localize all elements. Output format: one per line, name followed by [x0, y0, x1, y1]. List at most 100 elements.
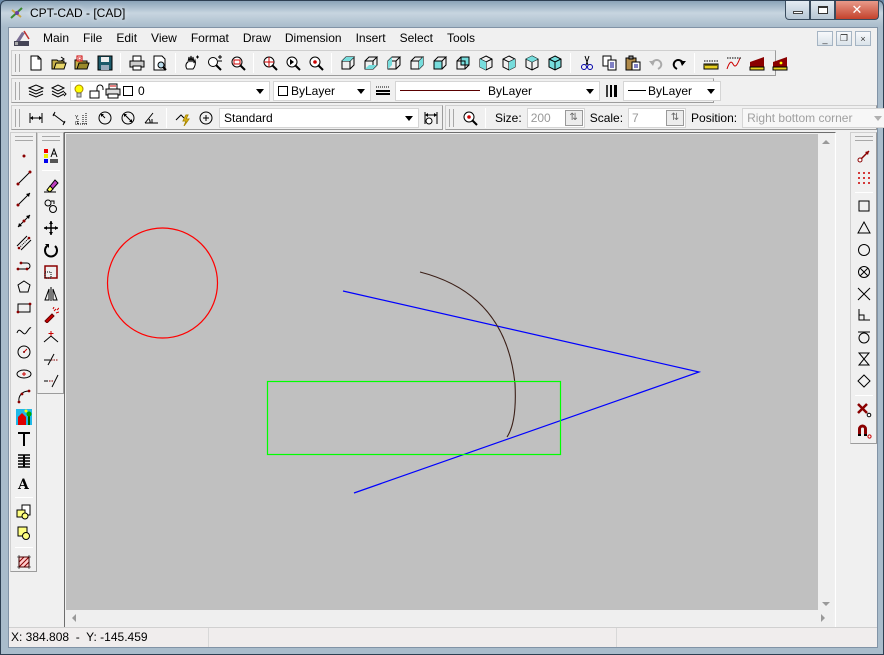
make-block-button[interactable] [13, 523, 35, 545]
vertical-scrollbar[interactable] [818, 134, 834, 612]
angular-dimension-button[interactable] [139, 107, 162, 129]
linear-dimension-button[interactable] [24, 107, 47, 129]
view-se-iso-button[interactable] [497, 52, 520, 74]
mdi-restore-button[interactable]: ❐ [836, 31, 852, 46]
erase-button[interactable] [40, 174, 62, 196]
title-bar[interactable]: CPT-CAD - [CAD] ✕ [1, 1, 883, 25]
circle-button[interactable] [13, 341, 35, 363]
insert-image-button[interactable] [13, 407, 35, 429]
properties-button[interactable] [40, 145, 62, 167]
scroll-left-icon[interactable] [72, 614, 76, 622]
paste-button[interactable] [621, 52, 644, 74]
polyline-button[interactable] [13, 254, 35, 276]
spinner-arrows-icon[interactable]: ⇅ [666, 109, 685, 126]
extend-button[interactable] [40, 370, 62, 392]
multiline-text-button[interactable] [13, 450, 35, 472]
drawing-rectangle[interactable] [266, 380, 562, 456]
layer-previous-button[interactable] [47, 80, 70, 102]
measure-area-button[interactable] [745, 52, 768, 74]
menu-insert[interactable]: Insert [349, 28, 393, 48]
explode-button[interactable] [40, 305, 62, 327]
zoom-extents-button[interactable] [258, 52, 281, 74]
polygon-button[interactable] [13, 276, 35, 298]
snap-nearest-button[interactable] [853, 348, 875, 370]
measure-area-point-button[interactable] [768, 52, 791, 74]
open-recent-button[interactable]: R [70, 52, 93, 74]
toolbar-grip[interactable] [15, 81, 20, 100]
scale-spinner[interactable]: 7 ⇅ [628, 107, 687, 128]
toolbar-grip[interactable] [449, 108, 454, 127]
grid-snap-button[interactable] [853, 167, 875, 189]
zoom-window-button[interactable] [226, 52, 249, 74]
center-mark-button[interactable] [194, 107, 217, 129]
snap-midpoint-button[interactable] [853, 217, 875, 239]
snap-none-button[interactable] [853, 399, 875, 421]
view-bottom-button[interactable] [359, 52, 382, 74]
view-top-button[interactable] [336, 52, 359, 74]
drawing-canvas[interactable] [66, 134, 833, 612]
horizontal-scrollbar[interactable] [66, 610, 833, 626]
print-button[interactable] [125, 52, 148, 74]
line-button[interactable] [13, 167, 35, 189]
dimension-style-select[interactable]: Standard [219, 107, 419, 128]
view-back-button[interactable] [451, 52, 474, 74]
layer-select[interactable]: 0 [70, 80, 270, 101]
view-sw-iso-button[interactable] [474, 52, 497, 74]
marker-zoom-button[interactable] [458, 107, 481, 129]
dimension-style-manager-button[interactable] [419, 107, 442, 129]
redo-button[interactable] [667, 52, 690, 74]
open-button[interactable] [47, 52, 70, 74]
snap-tracking-button[interactable] [853, 145, 875, 167]
pan-button[interactable] [180, 52, 203, 74]
toolbar-grip[interactable] [854, 136, 873, 141]
arc-button[interactable] [13, 385, 35, 407]
xline-button[interactable] [13, 210, 35, 232]
diameter-dimension-button[interactable] [116, 107, 139, 129]
view-right-button[interactable] [405, 52, 428, 74]
drawing-arc[interactable] [419, 271, 516, 438]
view-left-button[interactable] [382, 52, 405, 74]
menu-view[interactable]: View [144, 28, 184, 48]
menu-edit[interactable]: Edit [109, 28, 144, 48]
lineweight-select[interactable]: ByLayer [623, 80, 721, 101]
view-front-button[interactable] [428, 52, 451, 74]
ray-button[interactable] [13, 189, 35, 211]
mdi-minimize-button[interactable]: _ [817, 31, 833, 46]
hatch-button[interactable] [13, 551, 35, 573]
zoom-previous-button[interactable] [281, 52, 304, 74]
toolbar-grip[interactable] [15, 108, 20, 127]
linetype-select[interactable]: ByLayer [395, 80, 600, 101]
ellipse-button[interactable] [13, 363, 35, 385]
save-button[interactable] [93, 52, 116, 74]
scale-button[interactable] [40, 261, 62, 283]
radius-dimension-button[interactable] [93, 107, 116, 129]
toolbar-grip[interactable] [14, 136, 33, 141]
mdi-close-button[interactable]: × [855, 31, 871, 46]
lineweight-button[interactable] [600, 80, 623, 102]
text-button[interactable] [13, 428, 35, 450]
copy-button[interactable] [598, 52, 621, 74]
snap-endpoint-button[interactable] [853, 196, 875, 218]
ordinate-dimension-button[interactable]: Y0 [70, 107, 93, 129]
rotate-button[interactable] [40, 239, 62, 261]
snap-quadrant-button[interactable] [853, 370, 875, 392]
offset-button[interactable] [40, 326, 62, 348]
scroll-up-icon[interactable] [822, 140, 830, 144]
scroll-right-icon[interactable] [821, 614, 825, 622]
undo-button[interactable] [644, 52, 667, 74]
layer-manager-button[interactable] [24, 80, 47, 102]
move-button[interactable] [40, 217, 62, 239]
menu-draw[interactable]: Draw [236, 28, 278, 48]
menu-dimension[interactable]: Dimension [278, 28, 349, 48]
insert-block-button[interactable] [13, 501, 35, 523]
copy-object-button[interactable] [40, 196, 62, 218]
text-style-button[interactable]: A [13, 472, 35, 494]
window-minimize-button[interactable] [785, 1, 810, 20]
snap-node-button[interactable] [853, 261, 875, 283]
menu-tools[interactable]: Tools [440, 28, 482, 48]
trim-button[interactable] [40, 348, 62, 370]
snap-tangent-button[interactable] [853, 326, 875, 348]
position-select[interactable]: Right bottom corner [742, 107, 884, 128]
view-nw-iso-button[interactable] [543, 52, 566, 74]
print-preview-button[interactable] [148, 52, 171, 74]
